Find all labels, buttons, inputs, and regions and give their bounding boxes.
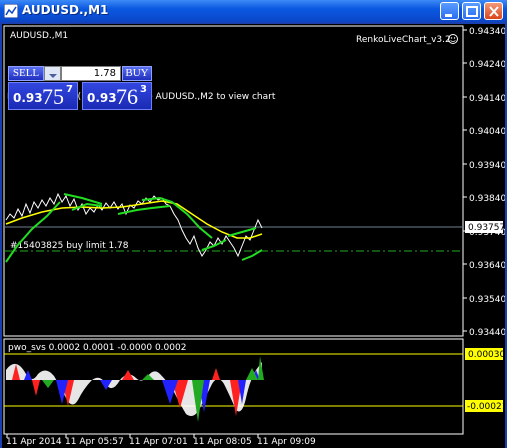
one-click-trade-panel: SELL 1.78 BUY 0.93 75 7 0.93 76 3 <box>8 66 152 110</box>
buy-price-sup: 3 <box>140 84 147 95</box>
chart-window-icon <box>4 4 18 18</box>
price-axis: 0.94340 0.94240 0.94140 0.94040 0.93940 … <box>463 27 505 338</box>
price-tick: 0.94340 <box>469 27 505 37</box>
buy-button[interactable]: BUY <box>122 66 152 81</box>
oscillator-histogram <box>6 356 264 422</box>
sell-button[interactable]: SELL <box>8 66 44 81</box>
maximize-icon <box>466 6 478 17</box>
price-tick: 0.93940 <box>469 161 505 171</box>
close-button[interactable] <box>484 2 503 20</box>
level-low-text: -0.00021 <box>467 402 505 412</box>
time-tick: 11 Apr 2014 <box>6 437 62 447</box>
price-tick: 0.93540 <box>469 295 505 305</box>
time-axis: 11 Apr 2014 11 Apr 05:57 11 Apr 07:01 11… <box>6 434 316 447</box>
buy-price-box[interactable]: 0.93 76 3 <box>82 82 152 110</box>
quantity-field[interactable]: 1.78 <box>61 66 121 81</box>
buy-price-prefix: 0.93 <box>87 91 117 105</box>
price-tick: 0.93640 <box>469 261 505 271</box>
subwindow-label: pwo_svs 0.0002 0.0001 -0.0000 0.0002 <box>8 343 186 353</box>
minimize-button[interactable] <box>440 2 459 20</box>
current-price-text: 0.93757 <box>468 223 505 233</box>
order-label: #15403825 buy limit 1.78 <box>10 241 129 251</box>
chevron-down-icon <box>49 74 57 78</box>
buy-price-big: 76 <box>116 84 138 109</box>
sell-price-sup: 7 <box>66 84 73 95</box>
maximize-button[interactable] <box>462 2 481 20</box>
time-tick: 11 Apr 09:09 <box>257 437 316 447</box>
time-tick: 11 Apr 08:05 <box>193 437 252 447</box>
price-tick: 0.93440 <box>469 328 505 338</box>
price-tick: 0.94040 <box>469 127 505 137</box>
indicator-label: RenkoLiveChart_v3.2 <box>356 35 451 45</box>
minimize-icon <box>445 14 452 17</box>
level-high-text: 0.00030 <box>468 350 505 360</box>
time-tick: 11 Apr 07:01 <box>129 437 188 447</box>
sell-price-big: 75 <box>42 84 64 109</box>
close-icon <box>489 6 499 17</box>
symbol-label: AUDUSD.,M1 <box>10 31 68 41</box>
price-tick: 0.93840 <box>469 194 505 204</box>
chart-area[interactable]: 0.94340 0.94240 0.94140 0.94040 0.93940 … <box>2 24 505 448</box>
window-title-bar[interactable]: AUDUSD.,M1 <box>0 0 507 23</box>
price-tick: 0.94240 <box>469 60 505 70</box>
window-title: AUDUSD.,M1 <box>22 3 109 17</box>
price-tick: 0.94140 <box>469 94 505 104</box>
time-tick: 11 Apr 05:57 <box>65 437 124 447</box>
quantity-dropdown[interactable] <box>44 66 61 81</box>
sell-price-prefix: 0.93 <box>13 91 43 105</box>
sell-price-box[interactable]: 0.93 75 7 <box>8 82 78 110</box>
